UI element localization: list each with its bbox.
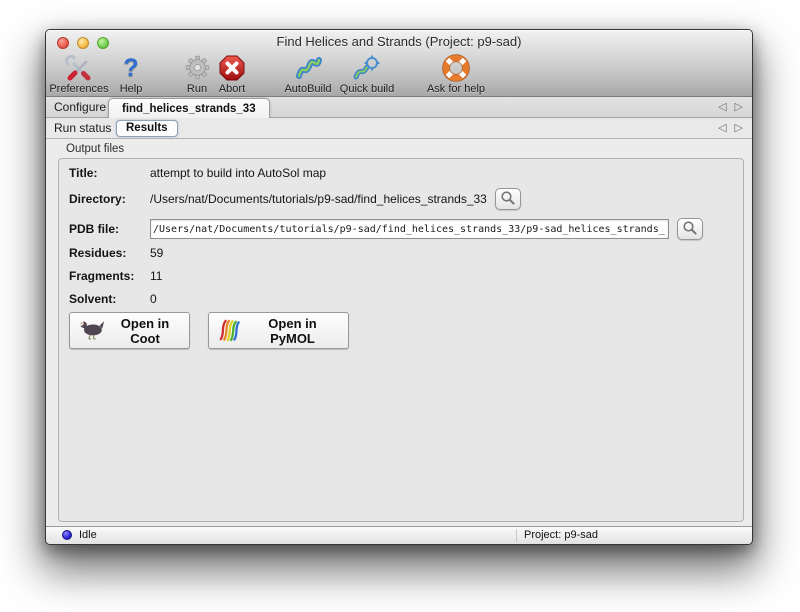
solvent-row: Solvent: 0 (69, 290, 157, 308)
residues-label: Residues: (69, 246, 127, 260)
directory-label: Directory: (69, 192, 126, 206)
scroll-left-icon[interactable]: ◁ (718, 97, 726, 118)
toolbar-button-ask-for-help[interactable]: Ask for help (414, 54, 498, 96)
toolbar-label: Abort (218, 83, 246, 95)
groupbox-caption: Output files (66, 143, 125, 155)
status-bar: Idle Project: p9-sad (46, 526, 752, 544)
tab-scroll-arrows: ◁ ▷ (718, 97, 743, 118)
residues-row: Residues: 59 (69, 244, 163, 262)
pdb-file-browse-button[interactable] (677, 218, 703, 240)
solvent-value: 0 (150, 292, 157, 306)
directory-row: Directory: /Users/nat/Documents/tutorial… (69, 187, 521, 211)
tabrow-configure: Configure find_helices_strands_33 ◁ ▷ (46, 97, 752, 118)
open-in-coot-label: Open in Coot (120, 315, 170, 346)
toolbar-button-help[interactable]: ? Help (111, 54, 151, 96)
tab-find-helices-strands-33[interactable]: find_helices_strands_33 (108, 98, 270, 118)
tab-run-status[interactable]: Run status (46, 118, 119, 139)
results-panel: Output files Title: attempt to build int… (46, 139, 752, 526)
tab-configure[interactable]: Configure (46, 97, 114, 118)
pdb-file-row: PDB file: (69, 217, 703, 241)
question-icon: ? (123, 54, 139, 82)
toolbar-label: Preferences (49, 83, 109, 95)
title-row: Title: attempt to build into AutoSol map (69, 163, 326, 183)
output-files-groupbox: Title: attempt to build into AutoSol map… (58, 158, 744, 522)
title-label: Title: (69, 166, 98, 180)
scroll-right-icon[interactable]: ▷ (735, 97, 743, 118)
lifebuoy-icon (414, 54, 498, 83)
status-text: Idle (79, 529, 97, 541)
fragments-value: 11 (150, 269, 163, 283)
title-value: attempt to build into AutoSol map (150, 166, 327, 180)
fragments-row: Fragments: 11 (69, 267, 162, 285)
solvent-label: Solvent: (69, 292, 117, 306)
project-label: Project: p9-sad (524, 529, 598, 541)
pdb-file-label: PDB file: (69, 222, 120, 236)
toolbar-label: Quick build (339, 83, 395, 95)
open-buttons-row: Open in Coot Open in PyMOL (69, 312, 349, 349)
residues-value: 59 (150, 246, 164, 260)
scroll-right-icon[interactable]: ▷ (735, 118, 743, 139)
abort-icon (210, 54, 254, 83)
toolbar-label: Help (119, 83, 143, 95)
scroll-left-icon[interactable]: ◁ (718, 118, 726, 139)
toolbar-button-preferences[interactable]: Preferences (46, 54, 112, 96)
titlebar-toolbar: Find Helices and Strands (Project: p9-sa… (46, 30, 752, 97)
pymol-ribbon-icon (217, 317, 242, 345)
tools-icon (46, 54, 112, 83)
window-title: Find Helices and Strands (Project: p9-sa… (276, 34, 522, 49)
magnifier-icon (500, 190, 516, 209)
toolbar-label: Ask for help (426, 83, 486, 95)
directory-browse-button[interactable] (494, 188, 521, 210)
status-indicator-icon (62, 530, 72, 540)
quickbuild-icon (330, 54, 404, 83)
directory-value: /Users/nat/Documents/tutorials/p9-sad/fi… (150, 192, 487, 206)
fragments-label: Fragments: (69, 269, 135, 283)
toolbar-button-abort[interactable]: Abort (210, 54, 254, 96)
magnifier-icon (682, 220, 698, 239)
tab-results[interactable]: Results (116, 120, 178, 137)
open-in-pymol-label: Open in PyMOL (268, 315, 317, 346)
open-in-coot-button[interactable]: Open in Coot (69, 312, 190, 349)
tabrow-results: Run status Results ◁ ▷ (46, 118, 752, 139)
coot-bird-icon (78, 318, 106, 344)
app-window: Find Helices and Strands (Project: p9-sa… (45, 29, 753, 545)
open-in-pymol-button[interactable]: Open in PyMOL (208, 312, 349, 349)
tab-scroll-arrows: ◁ ▷ (718, 118, 743, 139)
toolbar-button-quickbuild[interactable]: Quick build (330, 54, 404, 96)
pdb-file-input[interactable] (150, 219, 669, 239)
